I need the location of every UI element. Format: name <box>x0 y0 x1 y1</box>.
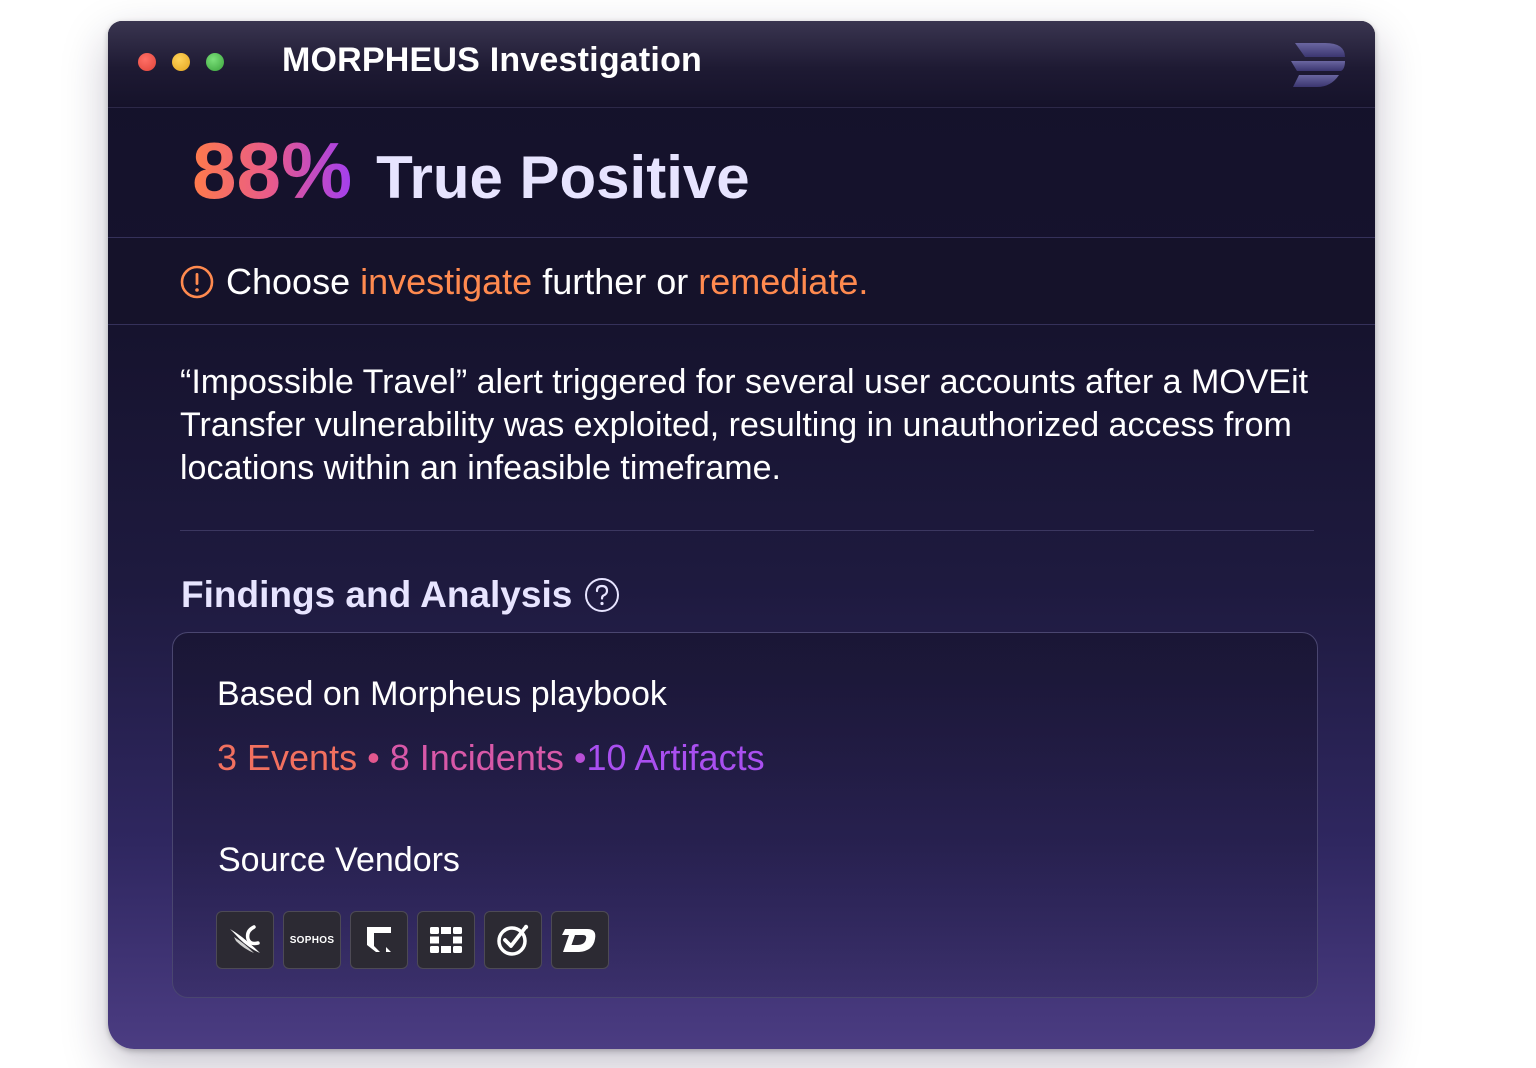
callout-text: Choose investigate further or remediate. <box>226 261 868 303</box>
maximize-button[interactable] <box>206 53 224 71</box>
vendor-fortinet[interactable] <box>417 911 475 969</box>
sophos-icon: SOPHOS <box>289 934 335 946</box>
investigation-window: MORPHEUS Investigation 88% True Positive… <box>108 21 1375 1049</box>
vendor-list: SOPHOS <box>216 911 609 969</box>
findings-title: Findings and Analysis <box>181 574 573 615</box>
verdict-header: 88% True Positive <box>192 131 750 212</box>
divider <box>180 530 1314 531</box>
help-circle-icon[interactable] <box>584 577 620 613</box>
separator: • <box>573 737 587 778</box>
events-count[interactable]: 3 Events <box>217 737 357 778</box>
artifacts-count[interactable]: 10 Artifacts <box>586 737 764 778</box>
findings-heading: Findings and Analysis <box>181 574 620 616</box>
alert-circle-icon <box>180 265 214 299</box>
close-button[interactable] <box>138 53 156 71</box>
remediate-link[interactable]: remediate. <box>698 261 868 302</box>
callout-prefix: Choose <box>226 261 361 302</box>
stats-line: 3 Events • 8 Incidents •10 Artifacts <box>217 737 765 779</box>
vendor-sophos[interactable]: SOPHOS <box>283 911 341 969</box>
title-bar: MORPHEUS Investigation <box>108 21 1375 108</box>
lightning-d-icon <box>562 929 596 952</box>
window-title: MORPHEUS Investigation <box>282 41 703 79</box>
confidence-percentage: 88% <box>192 126 353 215</box>
minimize-button[interactable] <box>172 53 190 71</box>
action-callout: Choose investigate further or remediate. <box>108 237 1375 325</box>
verdict-label: True Positive <box>376 144 750 211</box>
playbook-label: Based on Morpheus playbook <box>217 675 667 713</box>
paloalto-icon <box>367 927 391 952</box>
findings-card: Based on Morpheus playbook 3 Events • 8 … <box>172 632 1318 998</box>
vendor-lightning[interactable] <box>551 911 609 969</box>
separator: • <box>367 737 380 778</box>
investigate-link[interactable]: investigate <box>360 261 532 302</box>
checkmark-target-icon <box>497 924 529 956</box>
vendor-target[interactable] <box>484 911 542 969</box>
vendor-paloalto[interactable] <box>350 911 408 969</box>
incidents-count[interactable]: 8 Incidents <box>390 737 564 778</box>
source-vendors-label: Source Vendors <box>218 841 460 879</box>
callout-middle: further or <box>532 261 699 302</box>
fortinet-icon <box>430 927 462 953</box>
vendor-crowdstrike[interactable] <box>216 911 274 969</box>
morpheus-logo-icon <box>1291 43 1345 87</box>
alert-summary: “Impossible Travel” alert triggered for … <box>180 363 1309 487</box>
crowdstrike-icon <box>230 925 260 953</box>
